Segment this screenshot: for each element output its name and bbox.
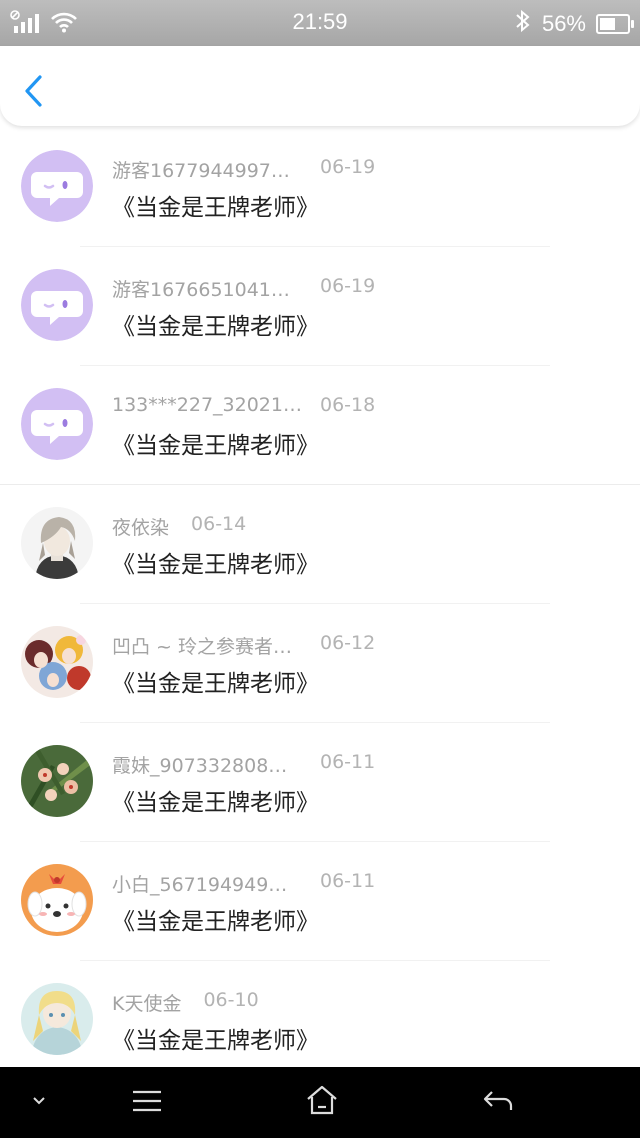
back-system-button[interactable] [482,1089,514,1117]
anime-angel-avatar [21,983,93,1055]
message-title: 《当金是王牌老师》 [112,790,319,816]
message-item[interactable]: 游客1676651041… 06-19 《当金是王牌老师》 [0,247,640,366]
chat-bubble-icon [21,150,93,222]
sender-name: 游客1676651041… [112,279,290,301]
back-button[interactable] [20,74,50,108]
message-date: 06-19 [320,156,376,178]
bluetooth-icon [514,9,532,39]
chevron-left-icon [25,75,42,107]
chat-bubble-icon [21,269,93,341]
anime-angel-avatar-image [21,983,93,1055]
sender-name: 霞妹_907332808… [112,755,288,777]
message-meta: 夜依染 06-14 [112,513,246,540]
message-title: 《当金是王牌老师》 [112,314,319,340]
anime-group-avatar [21,626,93,698]
battery-icon [596,14,634,34]
message-title: 《当金是王牌老师》 [112,552,319,578]
orchid-flower-avatar [21,745,93,817]
sender-name: 凹凸 ~ 玲之参赛者… [112,636,292,658]
message-date: 06-12 [320,632,376,654]
message-item[interactable]: 133***227_32021… 06-18 《当金是王牌老师》 [0,366,640,485]
message-meta: 游客1677944997… 06-19 [112,156,375,183]
message-item[interactable]: 凹凸 ~ 玲之参赛者… 06-12 《当金是王牌老师》 [0,604,640,723]
anime-group-avatar-image [21,626,93,698]
chat-bubble-avatar [21,150,93,222]
chevron-down-icon [33,1097,45,1105]
message-item[interactable]: K天使金 06-10 《当金是王牌老师》 [0,961,640,1080]
battery-level-fill [600,18,615,30]
message-title: 《当金是王牌老师》 [112,433,319,459]
chat-bubble-avatar [21,269,93,341]
sender-name: 游客1677944997… [112,160,290,182]
orchid-flower-avatar-image [21,745,93,817]
message-meta: 凹凸 ~ 玲之参赛者… 06-12 [112,632,375,659]
sender-name: 小白_567194949… [112,874,288,896]
status-bar: 21:59 56% [0,0,640,46]
battery-percent: 56% [541,11,586,36]
sender-name: K天使金 [112,993,182,1015]
cute-dog-avatar-image [21,864,93,936]
message-date: 06-14 [191,513,247,535]
back-arrow-icon [483,1091,513,1110]
chat-bubble-icon [21,388,93,460]
home-icon [307,1085,337,1115]
sender-name: 133***227_32021… [112,394,302,416]
message-title: 《当金是王牌老师》 [112,195,319,221]
message-date: 06-18 [320,394,376,416]
top-nav-bar [0,46,640,126]
message-item[interactable]: 霞妹_907332808… 06-11 《当金是王牌老师》 [0,723,640,842]
home-button[interactable] [306,1085,338,1119]
cute-dog-avatar [21,864,93,936]
message-meta: 游客1676651041… 06-19 [112,275,375,302]
message-date: 06-11 [320,751,376,773]
message-date: 06-19 [320,275,376,297]
message-item[interactable]: 夜依染 06-14 《当金是王牌老师》 [0,485,640,604]
message-item[interactable]: 小白_567194949… 06-11 《当金是王牌老师》 [0,842,640,961]
menu-icon [133,1090,161,1112]
message-meta: 霞妹_907332808… 06-11 [112,751,375,778]
message-date: 06-10 [203,989,259,1011]
sender-name: 夜依染 [112,517,170,539]
system-navigation-bar [0,1067,640,1138]
anime-boy-avatar-image [21,507,93,579]
message-title: 《当金是王牌老师》 [112,1028,319,1054]
chat-bubble-avatar [21,388,93,460]
message-meta: 133***227_32021… 06-18 [112,394,375,416]
message-title: 《当金是王牌老师》 [112,671,319,697]
anime-boy-avatar [21,507,93,579]
message-meta: K天使金 06-10 [112,989,259,1016]
collapse-button[interactable] [28,1093,50,1113]
message-date: 06-11 [320,870,376,892]
message-title: 《当金是王牌老师》 [112,909,319,935]
menu-button[interactable] [132,1089,162,1117]
message-item[interactable]: 游客1677944997… 06-19 《当金是王牌老师》 [0,128,640,247]
message-meta: 小白_567194949… 06-11 [112,870,375,897]
message-list: 游客1677944997… 06-19 《当金是王牌老师》 游客167665104… [0,128,640,1080]
